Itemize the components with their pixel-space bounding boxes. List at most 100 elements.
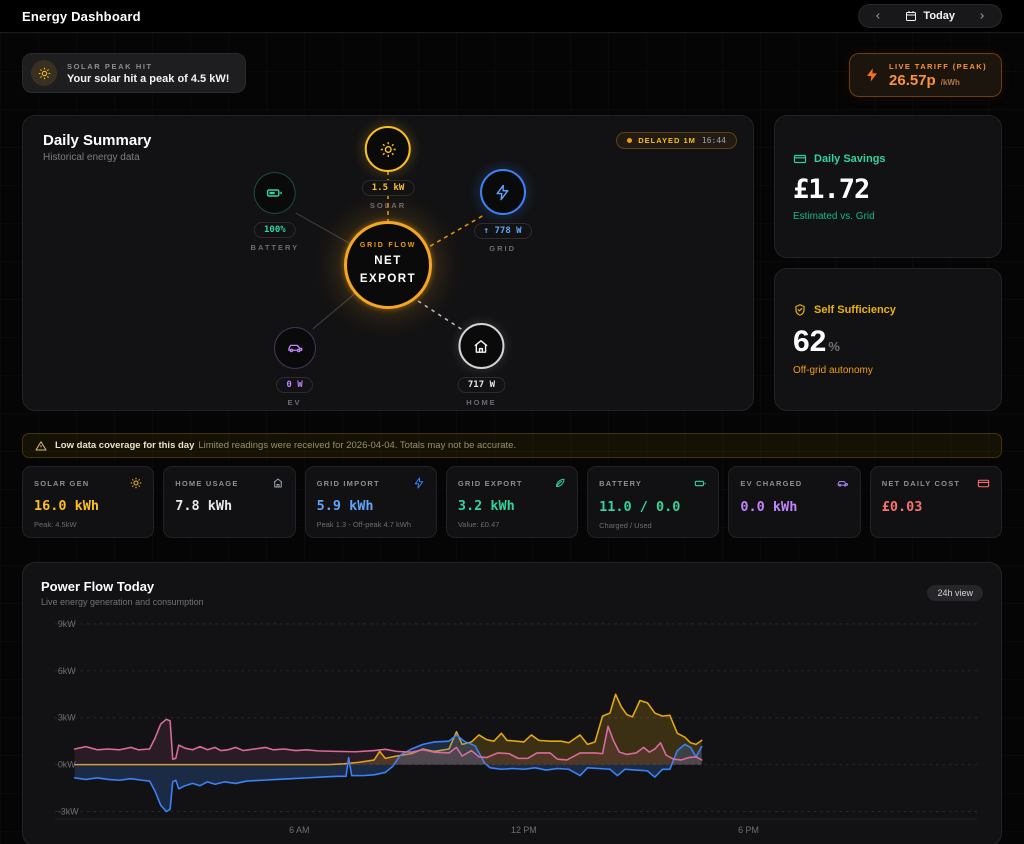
bolt-icon — [413, 477, 425, 489]
today-button[interactable]: Today — [895, 10, 965, 22]
daily-stats-row: SOLAR GEN 16.0 kWh Peak: 4.5kW HOME USAG… — [22, 466, 1002, 538]
stat-label: GRID EXPORT — [458, 479, 523, 488]
home-icon — [272, 477, 284, 489]
stat-card-battery[interactable]: BATTERY 11.0 / 0.0 Charged / Used — [587, 466, 719, 538]
tariff-value: 26.57p — [889, 72, 936, 89]
stat-value: £0.03 — [882, 499, 990, 515]
toast-message: Your solar hit a peak of 4.5 kW! — [67, 73, 229, 85]
ev-node[interactable]: 0 W EV — [274, 327, 316, 407]
battery-node-label: BATTERY — [251, 243, 300, 252]
stat-label: SOLAR GEN — [34, 479, 89, 488]
self-sufficiency-label: Self Sufficiency — [814, 304, 896, 316]
chart-title: Power Flow Today — [41, 579, 983, 594]
svg-text:9kW: 9kW — [58, 619, 76, 629]
today-label: Today — [923, 10, 955, 22]
bolt-icon — [864, 67, 880, 83]
stat-subtext: Value: £0.47 — [458, 520, 566, 529]
ev-node-label: EV — [288, 398, 302, 407]
car-icon — [836, 477, 849, 490]
power-flow-chart-card: Power Flow Today Live energy generation … — [22, 562, 1002, 844]
chevron-right-icon — [977, 11, 987, 21]
ev-value-badge: 0 W — [276, 377, 312, 393]
grid-node[interactable]: ↑ 778 W GRID — [474, 169, 532, 253]
svg-text:-3kW: -3kW — [58, 806, 79, 816]
battery-node[interactable]: 100% BATTERY — [251, 172, 300, 252]
grid-node-label: GRID — [489, 244, 516, 253]
self-sufficiency-unit: % — [828, 339, 840, 354]
stat-card-home-usage[interactable]: HOME USAGE 7.8 kWh — [163, 466, 295, 538]
stat-label: BATTERY — [599, 479, 642, 488]
svg-text:6kW: 6kW — [58, 666, 76, 676]
banner-rest-text: Limited readings were received for 2026-… — [198, 440, 516, 451]
chart-subtitle: Live energy generation and consumption — [41, 597, 983, 607]
self-sufficiency-card: Self Sufficiency 62% Off-grid autonomy — [774, 268, 1002, 411]
grid-value-badge: ↑ 778 W — [474, 223, 532, 239]
svg-text:6 PM: 6 PM — [738, 825, 759, 835]
stat-label: GRID IMPORT — [317, 479, 380, 488]
stat-value: 5.9 kWh — [317, 498, 425, 514]
date-navigator: Today — [858, 4, 1002, 28]
stat-value: 0.0 kWh — [740, 499, 848, 515]
self-sufficiency-value: 62 — [793, 325, 826, 358]
next-day-button[interactable] — [971, 6, 993, 26]
sun-icon — [130, 477, 142, 489]
leaf-icon — [554, 477, 566, 489]
stat-card-grid-export[interactable]: GRID EXPORT 3.2 kWh Value: £0.47 — [446, 466, 578, 538]
low-data-warning-banner: Low data coverage for this day Limited re… — [22, 433, 1002, 458]
stat-subtext: Peak: 4.5kW — [34, 520, 142, 529]
stat-label: NET DAILY COST — [882, 479, 960, 488]
energy-flow-diagram: 1.5 kW SOLAR 100% BATTERY ↑ 778 W — [23, 116, 753, 412]
prev-day-button[interactable] — [867, 6, 889, 26]
stat-value: 3.2 kWh — [458, 498, 566, 514]
sun-icon — [365, 126, 411, 172]
solar-node-label: SOLAR — [370, 201, 406, 210]
sun-icon — [31, 60, 57, 86]
solar-peak-toast: SOLAR PEAK HIT Your solar hit a peak of … — [22, 53, 246, 93]
stat-card-net-daily-cost[interactable]: NET DAILY COST £0.03 — [870, 466, 1002, 538]
warning-triangle-icon — [35, 440, 47, 452]
home-node-label: HOME — [466, 398, 497, 407]
savings-value: £1.72 — [793, 174, 983, 205]
home-value-badge: 717 W — [458, 377, 505, 393]
home-icon — [458, 323, 504, 369]
svg-text:6 AM: 6 AM — [289, 825, 309, 835]
grid-flow-center-node: GRID FLOW NET EXPORT — [344, 221, 432, 309]
credit-card-icon — [977, 477, 990, 490]
banknote-icon — [793, 152, 807, 166]
car-icon — [274, 327, 316, 369]
stat-subtext: Charged / Used — [599, 521, 707, 530]
stat-subtext: Peak 1.3 - Off-peak 4.7 kWh — [317, 520, 425, 529]
svg-text:3kW: 3kW — [58, 713, 76, 723]
chart-view-badge[interactable]: 24h view — [927, 585, 983, 601]
bolt-icon — [480, 169, 526, 215]
svg-text:0kW: 0kW — [58, 760, 76, 770]
top-bar: Energy Dashboard Today — [0, 0, 1024, 33]
grid-flow-value: NET EXPORT — [360, 253, 416, 288]
solar-value-badge: 1.5 kW — [362, 180, 415, 196]
stat-value: 11.0 / 0.0 — [599, 499, 707, 515]
battery-value-badge: 100% — [254, 222, 296, 238]
solar-node[interactable]: 1.5 kW SOLAR — [362, 126, 415, 210]
stat-card-grid-import[interactable]: GRID IMPORT 5.9 kWh Peak 1.3 - Off-peak … — [305, 466, 437, 538]
battery-icon — [254, 172, 296, 214]
dashboard-page: SOLAR PEAK HIT Your solar hit a peak of … — [0, 33, 1024, 844]
grid-flow-label: GRID FLOW — [360, 242, 416, 249]
daily-summary-card: Daily Summary Historical energy data DEL… — [22, 115, 754, 411]
live-tariff-card: LIVE TARIFF (PEAK) 26.57p /kWh — [849, 53, 1002, 97]
daily-savings-card: Daily Savings £1.72 Estimated vs. Grid — [774, 115, 1002, 258]
banner-bold-text: Low data coverage for this day — [55, 440, 194, 451]
stat-label: HOME USAGE — [175, 479, 238, 488]
toast-label: SOLAR PEAK HIT — [67, 62, 229, 71]
stat-card-ev-charged[interactable]: EV CHARGED 0.0 kWh — [728, 466, 860, 538]
tariff-label: LIVE TARIFF (PEAK) — [889, 62, 987, 71]
stat-card-solar-gen[interactable]: SOLAR GEN 16.0 kWh Peak: 4.5kW — [22, 466, 154, 538]
stat-value: 7.8 kWh — [175, 498, 283, 514]
battery-icon — [694, 477, 707, 490]
savings-label: Daily Savings — [814, 153, 886, 165]
power-flow-chart: 9kW 6kW 3kW 0kW -3kW 6 AM 12 PM 6 PM — [41, 615, 983, 843]
svg-text:12 PM: 12 PM — [511, 825, 537, 835]
home-node[interactable]: 717 W HOME — [458, 323, 505, 407]
page-title: Energy Dashboard — [22, 9, 141, 24]
stat-value: 16.0 kWh — [34, 498, 142, 514]
shield-check-icon — [793, 303, 807, 317]
